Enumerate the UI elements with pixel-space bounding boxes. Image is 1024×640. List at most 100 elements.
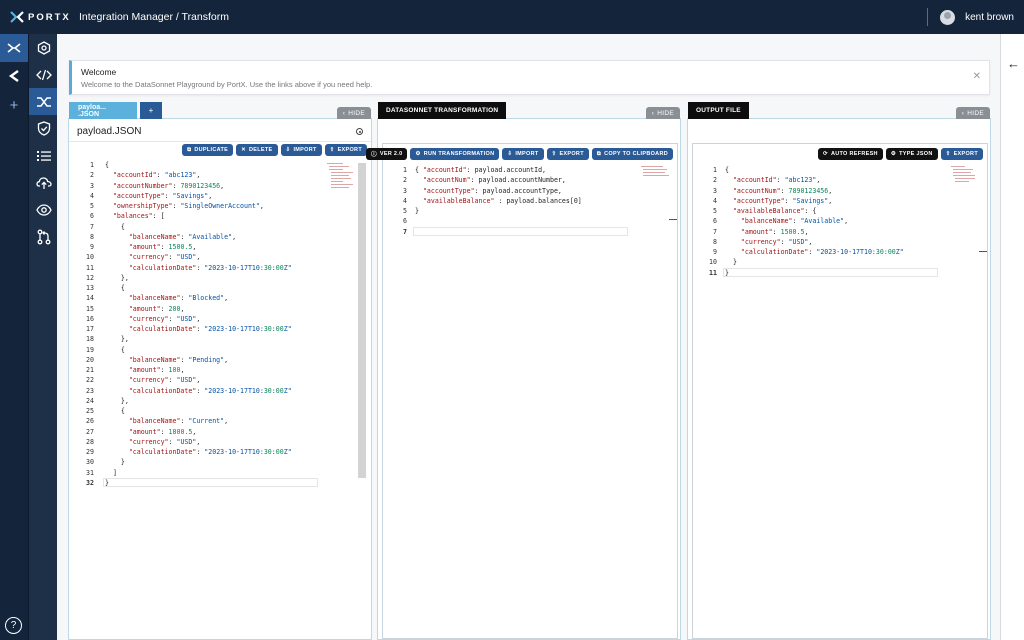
sidebar-item-code[interactable] xyxy=(29,61,58,88)
code-line[interactable]: } xyxy=(415,207,419,215)
run-transformation-button[interactable]: ⚙ RUN TRANSFORMATION xyxy=(410,148,500,160)
import-button[interactable]: ⇩ IMPORT xyxy=(502,148,544,160)
code-line[interactable]: "currency": "USD", xyxy=(105,438,201,446)
delete-button[interactable]: ✕ DELETE xyxy=(236,144,278,156)
code-line[interactable]: "accountId": "abc123", xyxy=(725,176,820,184)
input-code[interactable]: 1 {2 "accountId": "abc123", 3 "accountNumb… xyxy=(72,161,322,491)
code-line[interactable]: "balanceName": "Current", xyxy=(105,417,228,425)
code-line[interactable]: ] xyxy=(105,469,117,477)
code-line[interactable]: "currency": "USD", xyxy=(105,253,201,261)
sidebar-item-monitor[interactable] xyxy=(29,196,58,223)
sidebar-item-versions[interactable] xyxy=(29,223,58,250)
code-line[interactable]: } xyxy=(105,458,125,466)
code-line[interactable]: { xyxy=(725,166,729,174)
code-line[interactable]: "ownershipType": "SingleOwnerAccount", xyxy=(105,202,264,210)
code-line[interactable]: "amount": 1800.5, xyxy=(105,428,197,436)
code-line[interactable]: }, xyxy=(105,397,129,405)
auto-refresh-button[interactable]: ⟳ AUTO REFRESH xyxy=(818,148,883,160)
code-line[interactable]: "amount": 200, xyxy=(105,305,185,313)
output-tabs: OUTPUT FILE xyxy=(688,102,749,119)
export-label: EXPORT xyxy=(953,151,978,157)
code-line[interactable]: "currency": "USD", xyxy=(725,238,813,246)
code-line[interactable]: "balanceName": "Available", xyxy=(105,233,236,241)
close-icon[interactable]: ✕ xyxy=(973,71,981,82)
transform-editor[interactable]: ⓘ VER 2.0 ⚙ RUN TRANSFORMATION ⇩ IMPORT ⇧ EX… xyxy=(366,143,678,639)
portx-logo[interactable]: PORTX xyxy=(10,11,76,23)
transform-code[interactable]: 1 { "accountId": payload.accountId, 2 "acc… xyxy=(385,166,635,246)
help-button[interactable]: ? xyxy=(5,617,22,634)
rail-item-api[interactable] xyxy=(0,62,28,90)
more-options-icon[interactable] xyxy=(356,128,363,135)
code-line[interactable]: "accountType": payload.accountType, xyxy=(415,187,562,195)
code-line[interactable]: "accountType": "Savings", xyxy=(105,192,212,200)
code-line[interactable]: "calculationDate": "2023-10-17T10:30:00Z… xyxy=(105,325,292,333)
code-line[interactable]: "accountNum": payload.accountNumber, xyxy=(415,176,566,184)
code-line[interactable]: }, xyxy=(105,335,129,343)
duplicate-button[interactable]: ⧉ DUPLICATE xyxy=(182,144,234,156)
code-line[interactable]: { xyxy=(105,161,109,169)
output-minimap[interactable] xyxy=(951,166,977,196)
add-input-tab-button[interactable]: + xyxy=(140,102,162,119)
code-line[interactable]: "availableBalance": { xyxy=(725,207,816,215)
input-scrollbar[interactable] xyxy=(358,163,366,478)
code-line[interactable]: }, xyxy=(105,274,129,282)
output-editor[interactable]: ⟳ AUTO REFRESH ⚙ TYPE JSON ⇧ EXPORT 1 {2 "ac… xyxy=(692,143,988,639)
avatar[interactable] xyxy=(940,9,956,25)
sidebar-item-list[interactable] xyxy=(29,142,58,169)
code-line[interactable]: "calculationDate": "2023-10-17T10:30:00Z… xyxy=(725,248,904,256)
code-line[interactable]: "accountType": "Savings", xyxy=(725,197,832,205)
chevron-left-icon: ‹ xyxy=(961,109,965,117)
code-line[interactable]: "balanceName": "Available", xyxy=(725,217,848,225)
username[interactable]: kent brown xyxy=(965,12,1014,23)
code-line[interactable]: "balanceName": "Pending", xyxy=(105,356,228,364)
sidebar-item-security[interactable] xyxy=(29,115,58,142)
code-line[interactable]: "availableBalance" : payload.balances[0] xyxy=(415,197,582,205)
version-button[interactable]: ⓘ VER 2.0 xyxy=(366,148,408,160)
export-button[interactable]: ⇧ EXPORT xyxy=(324,144,367,156)
code-line[interactable]: { xyxy=(105,346,125,354)
code-line[interactable]: "calculationDate": "2023-10-17T10:30:00Z… xyxy=(105,264,292,272)
type-json-label: TYPE JSON xyxy=(899,151,933,157)
sidebar-item-transform[interactable] xyxy=(29,88,58,115)
code-line[interactable]: "amount": 1500.5, xyxy=(725,228,809,236)
import-button[interactable]: ⇩ IMPORT xyxy=(280,144,322,156)
output-code[interactable]: 1 {2 "accountId": "abc123", 3 "accountNum"… xyxy=(695,166,945,286)
code-line[interactable]: "amount": 100, xyxy=(105,366,185,374)
tab-output-file[interactable]: OUTPUT FILE xyxy=(688,102,749,119)
code-line[interactable]: } xyxy=(725,258,737,266)
arrow-left-icon[interactable]: ← xyxy=(1007,56,1020,71)
rail-item-add[interactable]: + xyxy=(0,91,28,119)
tab-datasonnet-transformation[interactable]: DATASONNET TRANSFORMATION xyxy=(378,102,507,119)
input-minimap[interactable] xyxy=(327,163,353,193)
code-line[interactable]: "currency": "USD", xyxy=(105,315,201,323)
gear-icon: ⚙ xyxy=(890,151,897,157)
transform-minimap[interactable] xyxy=(641,166,669,196)
code-line[interactable]: { xyxy=(105,284,125,292)
sidebar-item-deploy[interactable] xyxy=(29,169,58,196)
sidebar-item-settings[interactable] xyxy=(29,34,58,61)
hide-output-button[interactable]: ‹ HIDE xyxy=(955,107,990,119)
code-line[interactable]: "calculationDate": "2023-10-17T10:30:00Z… xyxy=(105,448,292,456)
code-line[interactable]: "accountNum": 7890123456, xyxy=(725,187,832,195)
code-line[interactable]: "accountNumber": 7890123456, xyxy=(105,182,224,190)
type-json-button[interactable]: ⚙ TYPE JSON xyxy=(885,148,938,160)
code-line[interactable]: "balanceName": "Blocked", xyxy=(105,294,228,302)
code-line[interactable]: { "accountId": payload.accountId, xyxy=(415,166,546,174)
code-line[interactable]: "currency": "USD", xyxy=(105,376,201,384)
code-line[interactable]: { xyxy=(105,407,125,415)
export-button[interactable]: ⇧ EXPORT xyxy=(546,148,589,160)
code-line[interactable]: "calculationDate": "2023-10-17T10:30:00Z… xyxy=(105,387,292,395)
rail-item-integration[interactable] xyxy=(0,34,28,62)
hide-transform-button[interactable]: ‹ HIDE xyxy=(645,107,680,119)
hide-input-button[interactable]: ‹ HIDE xyxy=(336,107,371,119)
code-line[interactable]: { xyxy=(105,223,125,231)
user-menu[interactable]: kent brown xyxy=(927,0,1014,34)
tab-payload-json[interactable]: payloa... .JSON xyxy=(69,102,137,119)
export-button[interactable]: ⇧ EXPORT xyxy=(940,148,983,160)
code-line[interactable]: "accountId": "abc123", xyxy=(105,171,200,179)
copy-to-clipboard-button[interactable]: ⧉ COPY TO CLIPBOARD xyxy=(591,148,673,160)
code-line[interactable]: "balances": [ xyxy=(105,212,165,220)
code-line[interactable]: "amount": 1500.5, xyxy=(105,243,197,251)
git-branch-icon xyxy=(37,229,50,244)
input-editor[interactable]: ⧉ DUPLICATE ✕ DELETE ⇩ IMPORT ⇧ EXPORT 1 {2 "… xyxy=(72,144,368,639)
